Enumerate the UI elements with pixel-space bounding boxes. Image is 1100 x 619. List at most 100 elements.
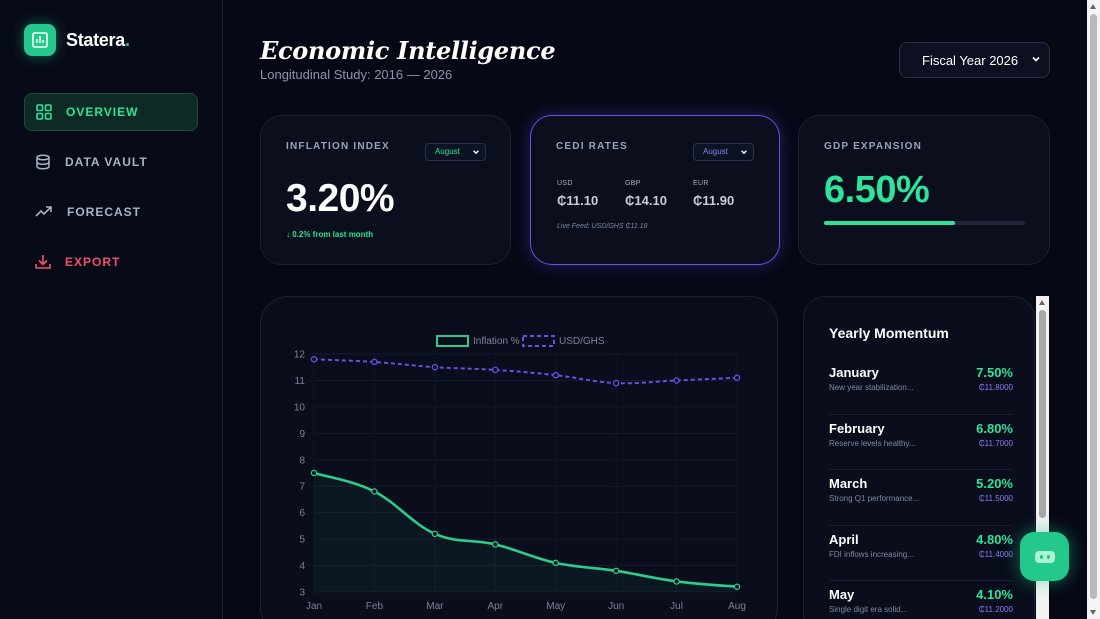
x-tick-label: Apr xyxy=(488,601,504,612)
data-point xyxy=(733,374,741,382)
y-tick-label: 6 xyxy=(299,508,305,519)
data-point xyxy=(371,358,378,366)
cedi-label: CEDI RATES xyxy=(556,141,628,152)
rate-currency: USD xyxy=(557,180,573,187)
sidebar-item-forecast[interactable]: FORECAST xyxy=(24,193,198,231)
gdp-card: GDP EXPANSION 6.50% xyxy=(798,115,1050,265)
page-scrollbar[interactable] xyxy=(1087,0,1100,619)
chevron-down-icon xyxy=(1032,56,1040,62)
page-subtitle: Longitudinal Study: 2016 — 2026 xyxy=(260,67,453,82)
x-tick-label: Jun xyxy=(608,601,624,612)
brand-name: Statera. xyxy=(66,29,130,50)
y-tick-label: 3 xyxy=(299,588,305,599)
sidebar-item-label: DATA VAULT xyxy=(65,155,148,169)
momentum-row[interactable]: March Strong Q1 performance... 5.20% ₵11.50… xyxy=(829,470,1013,526)
momentum-percent: 6.80% xyxy=(976,420,1013,436)
chevron-down-icon xyxy=(473,150,479,155)
momentum-percent: 5.20% xyxy=(976,476,1013,491)
inflation-month-select[interactable]: August xyxy=(425,143,486,161)
momentum-month: February xyxy=(829,420,885,436)
line-chart: 12 11 10 9 8 7 6 5 4 3Jan Feb Mar Apr May Jun Jul Aug Inf… xyxy=(294,335,746,612)
inflation-value: 3.20% xyxy=(286,177,395,220)
x-tick-label: Mar xyxy=(426,601,444,612)
cedi-rates-card: CEDI RATES August USD ₵11.10 GBP ₵14.10 … xyxy=(530,115,780,265)
data-point xyxy=(492,366,499,374)
gdp-progress-fill xyxy=(824,221,955,225)
rate-usd: USD ₵11.10 xyxy=(557,180,598,208)
momentum-month: March xyxy=(829,476,868,491)
y-tick-label: 7 xyxy=(299,482,305,493)
data-point xyxy=(431,530,439,538)
inflation-card: INFLATION INDEX August 3.20% ↓ 0.2% from… xyxy=(260,115,511,265)
momentum-row[interactable]: April FDI inflows increasing... 4.80% ₵11.4… xyxy=(829,526,1013,581)
rate-currency: GBP xyxy=(625,180,641,187)
momentum-row[interactable]: May Single digit era solid... 4.10% ₵11.200… xyxy=(829,581,1013,619)
momentum-month: April xyxy=(829,531,859,547)
rate-value: ₵14.10 xyxy=(625,193,667,208)
data-point xyxy=(552,371,559,379)
y-tick-label: 10 xyxy=(294,402,306,413)
scroll-up-arrow-icon[interactable] xyxy=(1039,300,1045,305)
chevron-down-icon xyxy=(741,150,747,155)
momentum-list: January New year stabilization... 7.50% ₵11… xyxy=(829,359,1013,619)
data-point xyxy=(733,583,741,590)
chat-bot-button[interactable] xyxy=(1020,532,1069,581)
cedi-month-select[interactable]: August xyxy=(693,143,754,161)
data-point xyxy=(310,469,318,477)
x-tick-label: Jan xyxy=(306,601,322,612)
grid-icon xyxy=(36,104,52,120)
momentum-rate: ₵11.7000 xyxy=(978,438,1013,448)
momentum-row[interactable]: January New year stabilization... 7.50% ₵11… xyxy=(829,359,1013,415)
momentum-note: Reserve levels healthy... xyxy=(829,438,916,448)
scroll-down-arrow-icon[interactable] xyxy=(1090,610,1096,615)
momentum-percent: 7.50% xyxy=(976,365,1013,380)
y-tick-label: 11 xyxy=(295,376,306,387)
robot-icon xyxy=(1034,550,1055,563)
rate-value: ₵11.90 xyxy=(693,193,735,208)
data-point xyxy=(371,488,378,495)
sidebar-item-data-vault[interactable]: DATA VAULT xyxy=(24,143,198,181)
scrollbar-thumb[interactable] xyxy=(1090,14,1097,599)
chart-panel: 12 11 10 9 8 7 6 5 4 3 Jan Feb Mar Apr May Jun Jul Aug Inf… xyxy=(260,296,778,619)
trend-up-icon xyxy=(35,206,52,217)
sidebar: Statera. OVERVIEW DATA VAULT FORECAST EX… xyxy=(0,0,223,619)
legend-label: Inflation % xyxy=(473,336,520,347)
momentum-percent: 4.80% xyxy=(976,531,1013,547)
y-tick-label: 5 xyxy=(299,535,305,546)
gdp-value: 6.50% xyxy=(824,169,930,211)
scroll-up-arrow-icon[interactable] xyxy=(1090,4,1096,9)
momentum-rate: ₵11.4000 xyxy=(978,549,1013,559)
sidebar-nav: OVERVIEW DATA VAULT FORECAST EXPORT xyxy=(24,93,198,293)
gdp-label: GDP EXPANSION xyxy=(824,141,923,152)
momentum-row[interactable]: February Reserve levels healthy... 6.80% ₵1… xyxy=(829,415,1013,470)
data-point xyxy=(310,356,318,363)
data-point xyxy=(673,578,680,585)
data-point xyxy=(492,541,499,548)
y-tick-label: 4 xyxy=(299,561,305,572)
data-point xyxy=(431,363,439,371)
fiscal-year-select[interactable]: Fiscal Year 2026 xyxy=(899,42,1050,78)
database-icon xyxy=(36,154,50,170)
momentum-note: FDI inflows increasing... xyxy=(829,549,914,559)
sidebar-item-label: EXPORT xyxy=(65,255,121,269)
inflation-label: INFLATION INDEX xyxy=(286,141,390,152)
logo[interactable]: Statera. xyxy=(24,24,130,56)
download-icon xyxy=(35,255,51,269)
gdp-progress-bar xyxy=(824,221,1025,225)
momentum-note: Strong Q1 performance... xyxy=(829,494,920,503)
scrollbar-thumb[interactable] xyxy=(1039,310,1046,518)
rate-eur: EUR ₵11.90 xyxy=(693,180,734,208)
legend-swatch xyxy=(522,335,555,347)
sidebar-item-export[interactable]: EXPORT xyxy=(24,243,198,281)
rate-gbp: GBP ₵14.10 xyxy=(625,180,667,208)
momentum-rate: ₵11.2000 xyxy=(978,605,1013,614)
rate-currency: EUR xyxy=(693,180,709,187)
sidebar-item-overview[interactable]: OVERVIEW xyxy=(24,93,198,131)
data-point xyxy=(552,559,559,567)
bar-chart-icon xyxy=(24,24,56,56)
cedi-month-value: August xyxy=(703,147,728,156)
data-point xyxy=(673,377,680,384)
momentum-title: Yearly Momentum xyxy=(829,325,949,341)
rate-value: ₵11.10 xyxy=(557,193,599,208)
legend-label: USD/GHS xyxy=(559,336,605,347)
